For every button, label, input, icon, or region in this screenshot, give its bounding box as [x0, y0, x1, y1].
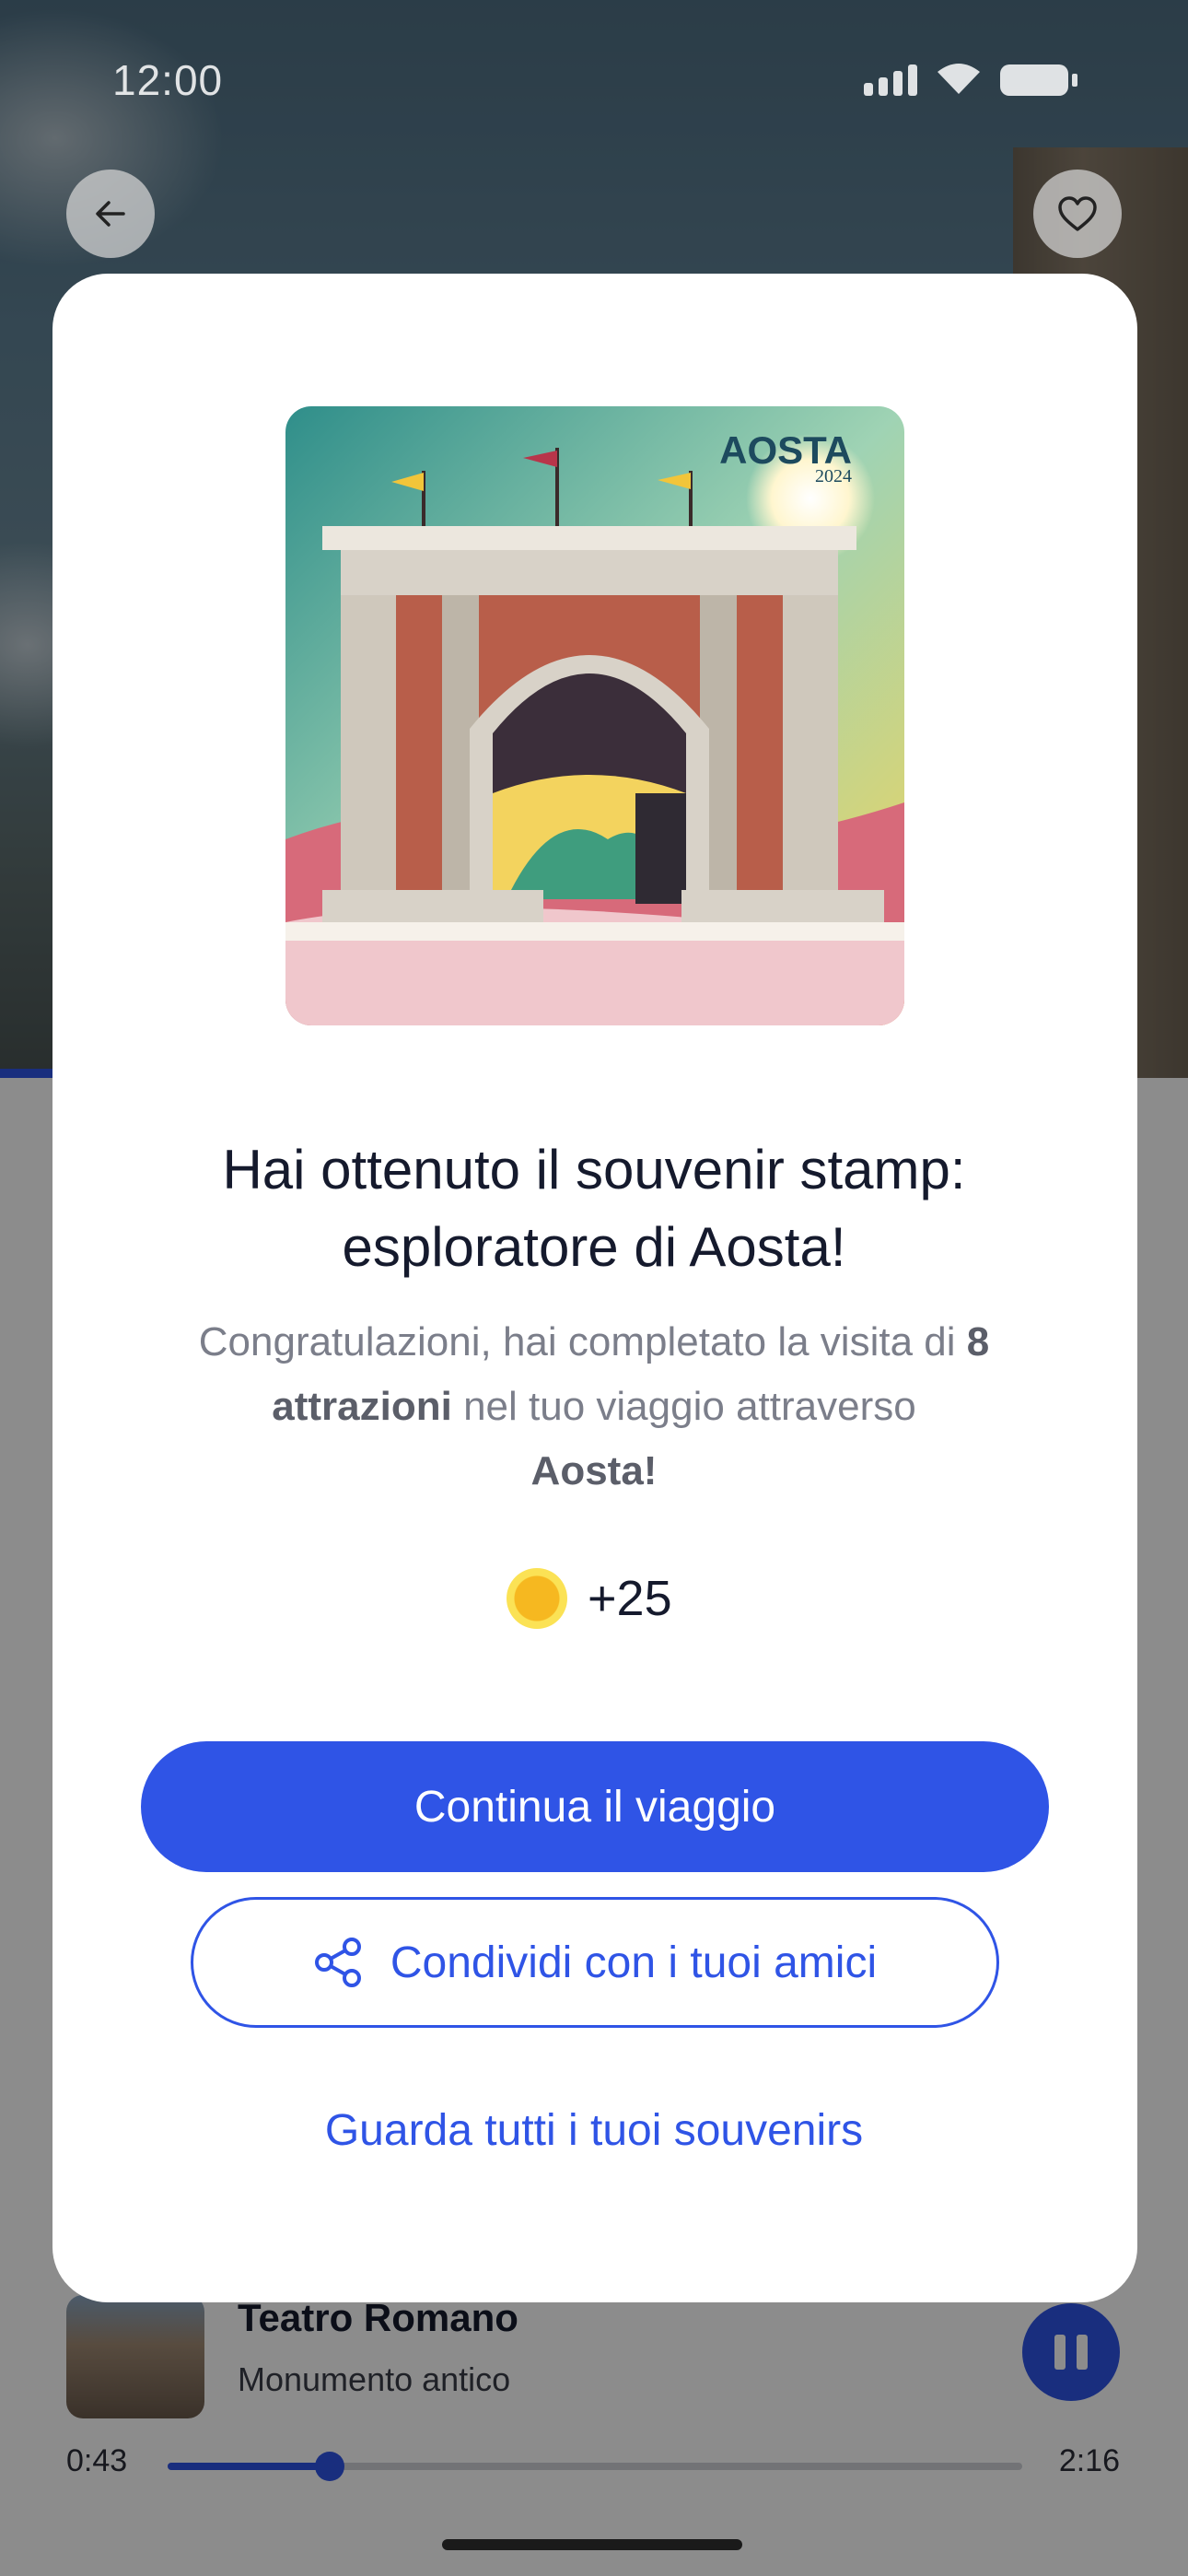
- favorite-button[interactable]: [1033, 170, 1122, 258]
- continue-trip-label: Continua il viaggio: [413, 1782, 776, 1832]
- cellular-signal-icon: [864, 63, 917, 96]
- stamp-title: AOSTA: [719, 428, 852, 472]
- coin-icon: [507, 1568, 567, 1629]
- reward: +25: [507, 1568, 672, 1629]
- share-button[interactable]: Condividi con i tuoi amici: [191, 1897, 999, 2028]
- desc-prefix: Congratulazioni, hai completato la visit…: [198, 1319, 956, 1364]
- desc-city: Aosta!: [530, 1448, 658, 1493]
- modal-headline: Hai ottenuto il souvenir stamp: esplorat…: [129, 1131, 1059, 1286]
- home-indicator: [442, 2539, 742, 2550]
- arrow-left-icon: [96, 201, 125, 227]
- modal-description: Congratulazioni, hai completato la visit…: [147, 1310, 1041, 1504]
- view-all-souvenirs-link[interactable]: Guarda tutti i tuoi souvenirs: [184, 2105, 1004, 2156]
- souvenir-stamp-image: AOSTA 2024: [285, 406, 904, 1025]
- back-button[interactable]: [66, 170, 155, 258]
- stamp-year: 2024: [815, 466, 852, 486]
- heart-icon: [1058, 196, 1097, 231]
- headline-line-1: Hai ottenuto il souvenir stamp:: [222, 1139, 966, 1200]
- status-time: 12:00: [112, 56, 224, 104]
- status-bar: 12:00: [0, 0, 1188, 166]
- desc-middle: nel tuo viaggio attraverso: [463, 1384, 916, 1429]
- headline-line-2: esploratore di Aosta!: [342, 1216, 846, 1278]
- continue-trip-button[interactable]: Continua il viaggio: [141, 1741, 1049, 1872]
- share-label: Condividi con i tuoi amici: [390, 1938, 878, 1987]
- wifi-icon: [938, 64, 980, 94]
- reward-points: +25: [588, 1571, 672, 1626]
- battery-icon: [1000, 64, 1077, 96]
- share-icon: [314, 1938, 361, 1987]
